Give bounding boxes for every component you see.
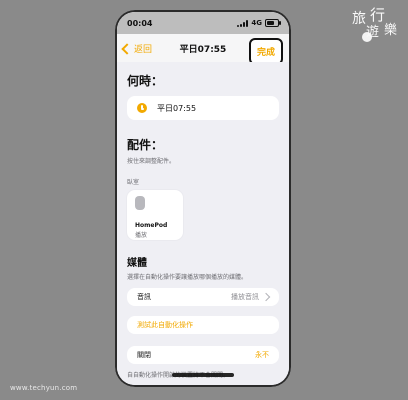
close-label: 關閉 [137, 351, 151, 359]
accessories-title: 配件： [127, 138, 164, 152]
status-time: 00:04 [127, 18, 153, 28]
signal-icon [237, 19, 249, 27]
homepod-icon [135, 196, 145, 210]
phone-frame: 00:04 4G 返回 平日07:55 完成 何時： 平日07:55 配件： 按… [115, 10, 291, 387]
phone-screen: 00:04 4G 返回 平日07:55 完成 何時： 平日07:55 配件： 按… [117, 12, 289, 385]
test-automation-label: 測試此自動化操作 [137, 321, 193, 329]
time-value: 平日07:55 [157, 103, 197, 113]
accessory-name: HomePod [135, 222, 168, 229]
watermark-char-2: 行 [370, 6, 387, 24]
media-title: 媒體 [127, 258, 147, 269]
test-automation-button[interactable]: 測試此自動化操作 [127, 316, 279, 334]
clock-icon [137, 103, 147, 113]
home-indicator[interactable] [172, 373, 234, 377]
time-row[interactable]: 平日07:55 [127, 96, 279, 120]
accessories-subtitle: 按住來調整配件。 [127, 158, 176, 165]
media-audio-row[interactable]: 音訊 播放音訊 [127, 288, 279, 306]
accessory-tile-homepod[interactable]: HomePod 播放 [127, 190, 183, 240]
watermark-char-4: 樂 [384, 23, 399, 38]
battery-icon [265, 19, 281, 27]
media-audio-label: 音訊 [137, 293, 151, 301]
media-audio-value-text: 播放音訊 [231, 293, 259, 301]
close-row[interactable]: 關閉 永不 [127, 346, 279, 364]
status-indicators: 4G [237, 19, 281, 27]
content: 何時： 平日07:55 配件： 按住來調整配件。 臥室 HomePod 播放 媒… [117, 62, 289, 385]
when-title: 何時： [127, 74, 164, 88]
done-button[interactable]: 完成 [248, 38, 283, 65]
accessory-state: 播放 [135, 232, 148, 239]
network-label: 4G [251, 19, 262, 27]
watermark-logo: 旅 行 遊 樂 [352, 8, 400, 48]
watermark-sun-icon [362, 32, 372, 42]
status-bar: 00:04 4G [117, 12, 289, 34]
close-value: 永不 [255, 351, 269, 359]
watermark-char-1: 旅 [352, 11, 367, 27]
site-watermark: www.techyun.com [10, 384, 78, 392]
room-label: 臥室 [127, 179, 140, 186]
media-audio-value: 播放音訊 [231, 292, 271, 302]
navigation-bar: 返回 平日07:55 完成 [117, 34, 289, 65]
media-subtitle: 選擇在自動化操作要讓播放哪個播放的媒體。 [127, 274, 248, 281]
chevron-right-icon [261, 292, 271, 302]
